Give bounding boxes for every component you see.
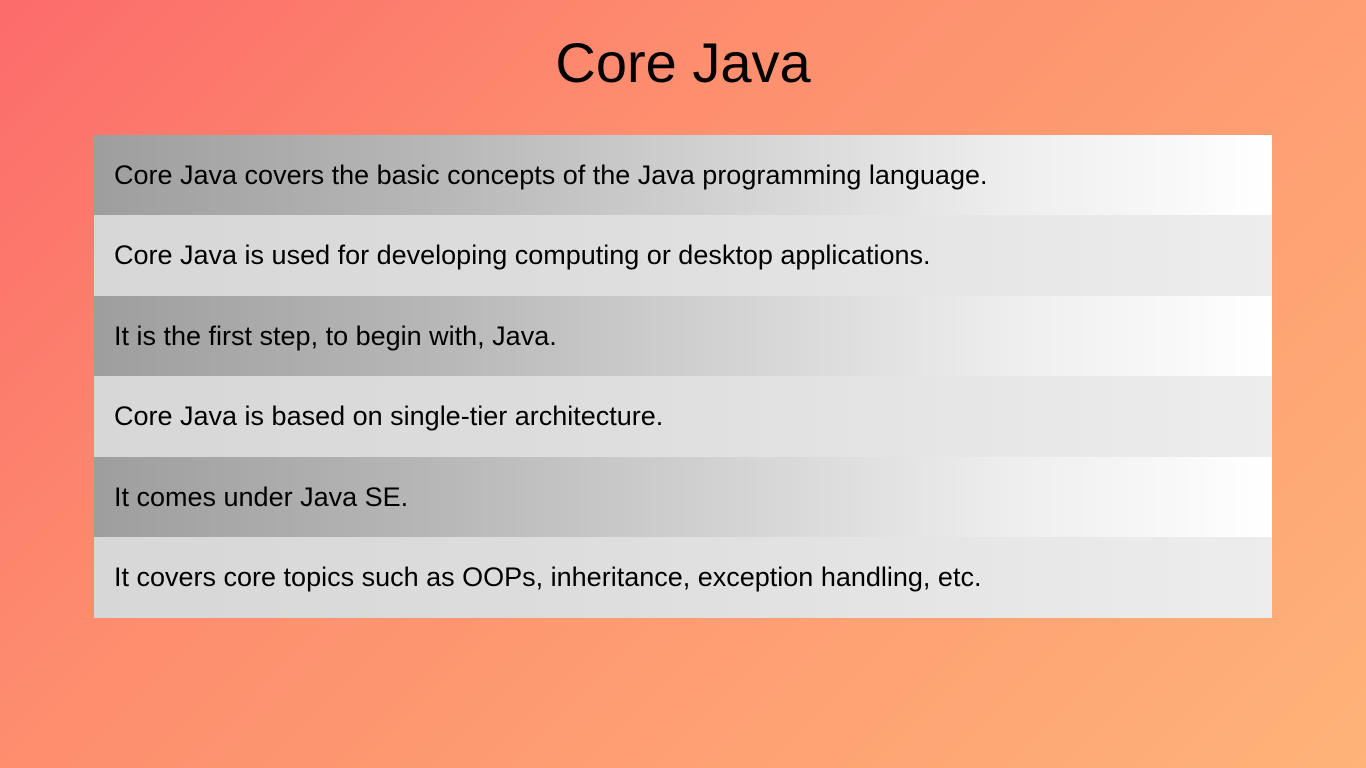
content-box: Core Java covers the basic concepts of t…	[94, 135, 1272, 618]
list-item: It comes under Java SE.	[94, 457, 1272, 537]
list-item: Core Java covers the basic concepts of t…	[94, 135, 1272, 215]
list-item: Core Java is used for developing computi…	[94, 215, 1272, 295]
page-title: Core Java	[0, 30, 1366, 95]
list-item: It is the first step, to begin with, Jav…	[94, 296, 1272, 376]
list-item: Core Java is based on single-tier archit…	[94, 376, 1272, 456]
list-item: It covers core topics such as OOPs, inhe…	[94, 537, 1272, 617]
slide-container: Core Java Core Java covers the basic con…	[0, 0, 1366, 768]
